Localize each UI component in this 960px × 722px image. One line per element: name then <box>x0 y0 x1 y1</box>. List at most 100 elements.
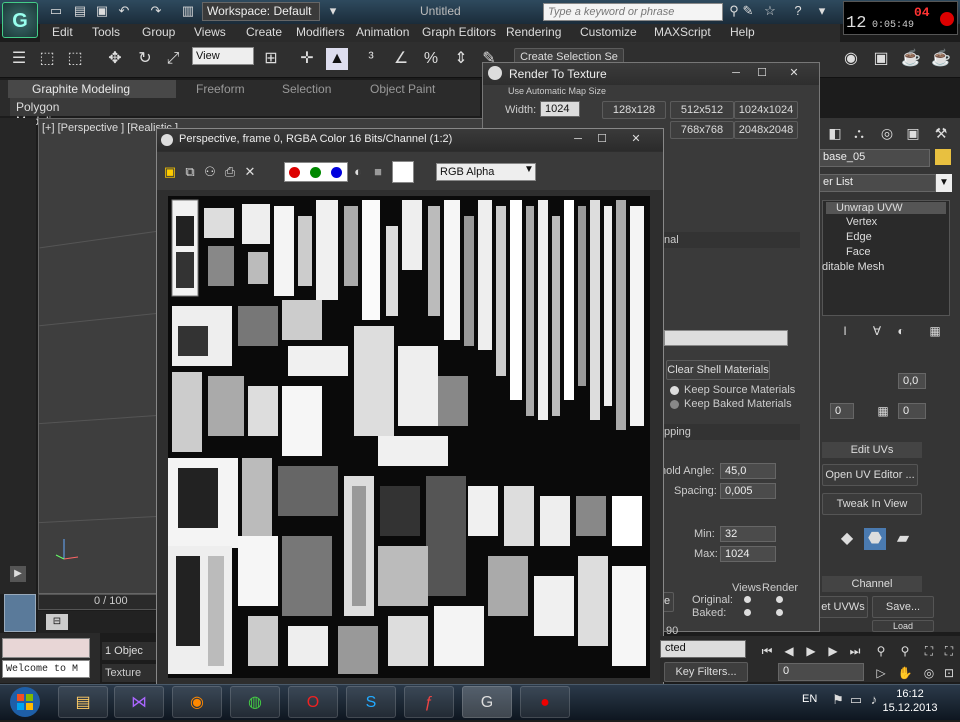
spinner-field[interactable]: 0 <box>830 403 854 419</box>
rendered-frame-icon[interactable]: ▣ <box>870 48 892 70</box>
size-2048-button[interactable]: 2048x2048 <box>734 121 798 139</box>
tweak-in-view-button[interactable]: Tweak In View <box>822 493 922 515</box>
maximize-viewport-icon[interactable]: ⊡ <box>938 662 960 684</box>
make-unique-icon[interactable]: ◐ <box>890 320 912 342</box>
snap-3d-icon[interactable]: ³ <box>360 48 382 70</box>
size-768-button[interactable]: 768x768 <box>670 121 734 139</box>
load-uvs-button[interactable]: Load <box>872 620 934 632</box>
automatic-mapping-rollout[interactable]: pping <box>660 424 800 440</box>
help-icon[interactable]: ? <box>790 3 806 19</box>
minimize-icon[interactable]: ─ <box>566 130 590 148</box>
app-logo-icon[interactable]: G <box>2 2 38 38</box>
reference-coord-dropdown[interactable]: View <box>192 47 254 65</box>
clone-window-icon[interactable]: ⚇ <box>202 164 218 180</box>
rendered-uv-bake-image[interactable] <box>168 196 650 678</box>
hierarchy-tab-icon[interactable]: ⛬ <box>848 122 870 144</box>
size-128-button[interactable]: 128x128 <box>602 101 666 119</box>
start-button-icon[interactable] <box>2 685 48 719</box>
menu-edit[interactable]: Edit <box>52 25 73 39</box>
maximize-icon[interactable]: ☐ <box>750 64 774 82</box>
chevron-down-icon[interactable]: ▾ <box>325 3 341 19</box>
viewport-thumbnail[interactable] <box>4 594 36 632</box>
tab-freeform[interactable]: Freeform <box>196 82 245 98</box>
opera-task-icon[interactable]: O <box>288 686 338 718</box>
width-spinner[interactable]: 1024 <box>540 101 580 117</box>
menu-customize[interactable]: Customize <box>580 25 637 39</box>
baked-render-radio[interactable] <box>776 609 783 616</box>
modifier-unwrap-uvw[interactable]: Unwrap UVW <box>826 202 946 214</box>
threshold-angle-spinner[interactable]: 45,0 <box>720 463 776 479</box>
display-channel-dropdown[interactable]: RGB Alpha <box>436 163 536 181</box>
red-channel-icon[interactable] <box>289 167 300 178</box>
menu-modifiers[interactable]: Modifiers <box>296 25 345 39</box>
welcome-text[interactable]: Welcome to M <box>2 660 90 678</box>
render-setup-icon[interactable]: ◉ <box>840 48 862 70</box>
blue-channel-icon[interactable] <box>331 167 342 178</box>
menu-animation[interactable]: Animation <box>356 25 409 39</box>
pivot-icon[interactable]: ⊞ <box>260 48 282 70</box>
polygon-modeling-panel[interactable]: Polygon Modeling <box>10 98 110 128</box>
baked-views-radio[interactable] <box>744 609 751 616</box>
scale-icon[interactable]: ⤢ <box>162 48 184 70</box>
menu-help[interactable]: Help <box>730 25 755 39</box>
print-image-icon[interactable]: ⎙ <box>222 164 238 180</box>
close-icon[interactable]: ✕ <box>624 130 648 148</box>
open-uv-editor-button[interactable]: Open UV Editor ... <box>822 464 918 486</box>
size-512-button[interactable]: 512x512 <box>670 101 734 119</box>
object-color-swatch[interactable] <box>935 149 951 165</box>
min-spinner[interactable]: 32 <box>720 526 776 542</box>
tray-flag-icon[interactable]: ⚑ <box>830 692 846 708</box>
3dsmax-task-icon[interactable]: G <box>462 686 512 718</box>
edit-uvs-rollout-title[interactable]: Edit UVs <box>822 442 922 458</box>
quick-peel-icon[interactable]: ⬣ <box>864 528 886 550</box>
skype-task-icon[interactable]: S <box>346 686 396 718</box>
menu-create[interactable]: Create <box>246 25 282 39</box>
recorder-task-icon[interactable]: ● <box>520 686 570 718</box>
general-settings-rollout[interactable]: nal <box>660 232 800 248</box>
spinner-field[interactable]: 0 <box>898 403 926 419</box>
spinner-field[interactable]: 0,0 <box>898 373 926 389</box>
select-filter-icon[interactable]: ☰ <box>8 48 30 70</box>
close-icon[interactable]: ✕ <box>782 64 806 82</box>
tab-graphite-modeling-tools[interactable]: Graphite Modeling Tools <box>8 80 176 110</box>
motion-tab-icon[interactable]: ◎ <box>876 122 898 144</box>
modifier-editable-mesh[interactable]: ditable Mesh <box>822 261 884 273</box>
menu-graph-editors[interactable]: Graph Editors <box>422 25 496 39</box>
current-frame-field[interactable]: 0 <box>778 663 864 681</box>
align-icon[interactable]: ▰ <box>892 528 914 550</box>
manipulate-icon[interactable]: ✛ <box>296 48 318 70</box>
menu-rendering[interactable]: Rendering <box>506 25 561 39</box>
clear-image-icon[interactable]: ✕ <box>242 164 258 180</box>
rtt-dropdown[interactable] <box>664 330 788 346</box>
tab-object-paint[interactable]: Object Paint <box>370 82 435 98</box>
object-name-field[interactable]: base_05 <box>818 149 930 167</box>
tools-icon[interactable]: ✎ <box>740 3 756 19</box>
go-to-end-icon[interactable]: ⏭ <box>844 640 866 662</box>
next-frame-icon[interactable]: ▶ <box>822 640 844 662</box>
show-end-result-icon[interactable]: ∀ <box>866 320 888 342</box>
selection-set-dropdown[interactable]: cted <box>660 640 746 658</box>
visual-studio-task-icon[interactable]: ⋈ <box>114 686 164 718</box>
modifier-sub-edge[interactable]: Edge <box>846 231 872 243</box>
tray-clock[interactable]: 16:12 15.12.2013 <box>880 687 940 715</box>
monochrome-icon[interactable]: ■ <box>370 164 386 180</box>
explorer-task-icon[interactable]: ▤ <box>58 686 108 718</box>
record-dot-icon[interactable] <box>940 12 954 26</box>
rotate-icon[interactable]: ↻ <box>134 48 156 70</box>
channel-rollout-title[interactable]: Channel <box>822 576 922 592</box>
color-swatch[interactable] <box>392 161 414 183</box>
maximize-icon[interactable]: ☐ <box>590 130 614 148</box>
display-tab-icon[interactable]: ▣ <box>902 122 924 144</box>
project-folder-icon[interactable]: ▥ <box>180 3 196 19</box>
original-render-radio[interactable] <box>776 596 783 603</box>
undo-icon[interactable]: ↶ <box>116 3 132 19</box>
spacing-spinner[interactable]: 0,005 <box>720 483 776 499</box>
previous-frame-icon[interactable]: ◀ <box>778 640 800 662</box>
move-icon[interactable]: ✥ <box>104 48 126 70</box>
firefox-task-icon[interactable]: ◉ <box>172 686 222 718</box>
keep-source-radio[interactable] <box>670 386 679 395</box>
green-channel-icon[interactable] <box>310 167 321 178</box>
fov-icon[interactable]: ▷ <box>870 662 892 684</box>
play-animation-icon[interactable]: ▶ <box>800 640 822 662</box>
menu-maxscript[interactable]: MAXScript <box>654 25 711 39</box>
